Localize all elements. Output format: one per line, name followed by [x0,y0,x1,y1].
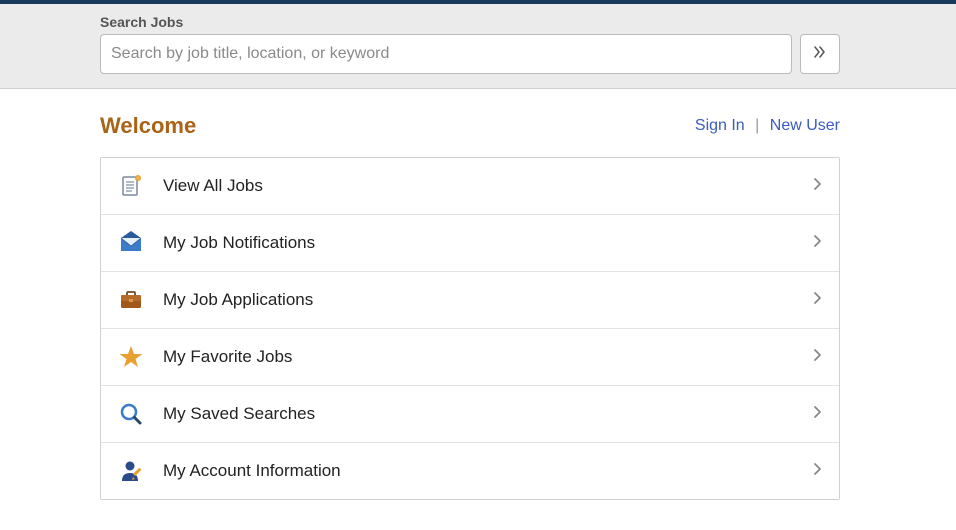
chevron-right-icon [813,404,823,425]
chevron-right-icon [813,461,823,482]
menu-item-saved-searches[interactable]: My Saved Searches [101,386,839,443]
menu-item-favorite-jobs[interactable]: My Favorite Jobs [101,329,839,386]
menu-item-label: My Account Information [163,461,813,481]
envelope-icon [117,229,145,257]
search-section: Search Jobs [0,4,956,89]
briefcase-icon [117,286,145,314]
menu-item-label: My Job Notifications [163,233,813,253]
page-title: Welcome [100,113,196,139]
chevron-right-icon [813,176,823,197]
person-edit-icon [117,457,145,485]
search-submit-button[interactable] [800,34,840,74]
menu-item-label: My Job Applications [163,290,813,310]
main-content: Welcome Sign In | New User View A [100,89,840,500]
chevron-right-icon [813,347,823,368]
content-header: Welcome Sign In | New User [100,113,840,139]
auth-links: Sign In | New User [695,117,840,135]
chevron-right-icon [813,290,823,311]
search-label: Search Jobs [100,14,840,30]
menu-item-label: View All Jobs [163,176,813,196]
menu-item-account-information[interactable]: My Account Information [101,443,839,499]
menu-list: View All Jobs My Job Notifications [100,157,840,500]
star-icon [117,343,145,371]
new-user-link[interactable]: New User [770,117,840,134]
sign-in-link[interactable]: Sign In [695,117,745,134]
double-chevron-right-icon [812,44,828,65]
chevron-right-icon [813,233,823,254]
search-input[interactable] [100,34,792,74]
menu-item-view-all-jobs[interactable]: View All Jobs [101,158,839,215]
menu-item-label: My Favorite Jobs [163,347,813,367]
menu-item-label: My Saved Searches [163,404,813,424]
magnifier-icon [117,400,145,428]
auth-separator: | [755,117,759,134]
menu-item-job-applications[interactable]: My Job Applications [101,272,839,329]
document-icon [117,172,145,200]
menu-item-job-notifications[interactable]: My Job Notifications [101,215,839,272]
